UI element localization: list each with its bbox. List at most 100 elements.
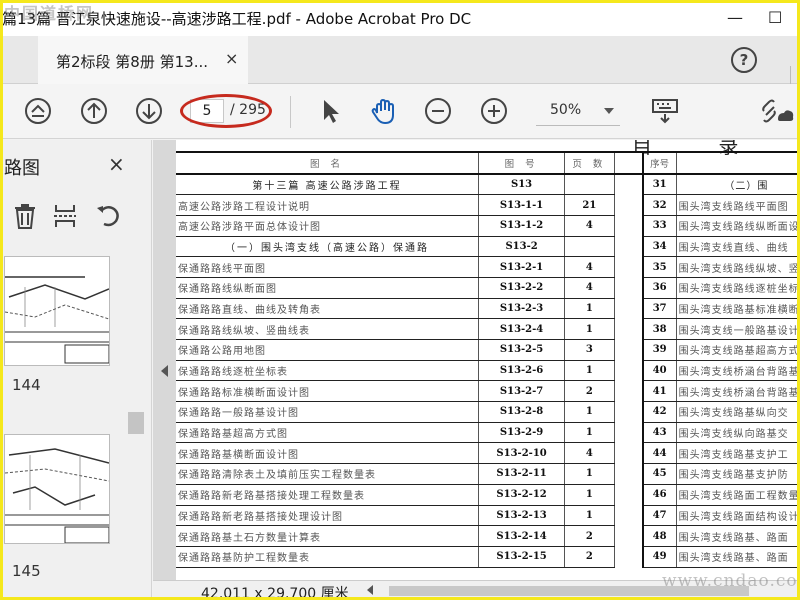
link-share-icon[interactable] bbox=[760, 97, 794, 125]
row-right-name: 围头湾支线路线逐桩坐标 bbox=[676, 277, 800, 299]
first-page-icon[interactable] bbox=[24, 97, 52, 125]
close-panel-icon[interactable]: × bbox=[108, 152, 125, 176]
row-name: 高速公路涉路工程设计说明 bbox=[176, 194, 479, 216]
row-code: S13-2-13 bbox=[478, 505, 566, 527]
row-code: S13-2-12 bbox=[478, 484, 566, 506]
row-name: 保通路路直线、曲线及转角表 bbox=[176, 298, 479, 320]
thumbnail-label: 145 bbox=[12, 562, 41, 580]
row-name: 保通路路基横断面设计图 bbox=[176, 442, 479, 465]
table-header: 图 名 图 号 页 数 序号 bbox=[176, 151, 800, 175]
table-row: 保通路路新老路基搭接处理工程数量表 S13-2-12 1 46 围头湾支线路面工程数量 bbox=[176, 484, 800, 506]
row-pages: 1 bbox=[564, 505, 615, 527]
collapse-panel-icon[interactable] bbox=[161, 365, 168, 377]
row-code: S13-2-3 bbox=[478, 298, 566, 320]
row-right-name: 围头湾支线纵向路基交 bbox=[676, 422, 800, 444]
row-right-name: 围头湾支线桥涵台背路基 bbox=[676, 380, 800, 403]
hand-tool-icon[interactable] bbox=[370, 97, 398, 125]
row-pages: 1 bbox=[564, 463, 615, 485]
title-bar: 篇13篇 晋江泉快速施设--高速涉路工程.pdf - Adobe Acrobat… bbox=[0, 0, 800, 36]
document-view[interactable]: 目 录 图 名 图 号 页 数 序号 第十三篇 高速公路涉路工程 S13 31 （二）… bbox=[153, 140, 800, 580]
pdf-page: 目 录 图 名 图 号 页 数 序号 第十三篇 高速公路涉路工程 S13 31 （二）… bbox=[176, 140, 800, 580]
row-seq: 49 bbox=[641, 546, 677, 568]
row-name: 保通路路线逐桩坐标表 bbox=[176, 360, 479, 382]
row-pages: 2 bbox=[564, 525, 615, 547]
table-row: 第十三篇 高速公路涉路工程 S13 31 （二）围 bbox=[176, 174, 800, 196]
row-pages: 1 bbox=[564, 360, 615, 382]
row-name: 保通路路基防护工程数量表 bbox=[176, 546, 479, 568]
next-page-icon[interactable] bbox=[135, 97, 163, 125]
row-seq: 45 bbox=[641, 463, 677, 485]
minimize-button[interactable]: — bbox=[727, 8, 743, 27]
divider bbox=[290, 96, 291, 128]
scrollbar-thumb[interactable] bbox=[128, 412, 144, 434]
contents-table: 图 名 图 号 页 数 序号 第十三篇 高速公路涉路工程 S13 31 （二）围 高速公… bbox=[176, 151, 800, 568]
tab-label: 第2标段 第8册 第13... bbox=[56, 53, 209, 71]
row-seq: 41 bbox=[641, 380, 677, 403]
table-row: 保通路路线逐桩坐标表 S13-2-6 1 40 围头湾支线桥涵台背路基 bbox=[176, 360, 800, 382]
watermark-logo: 中国道桥网 bbox=[4, 4, 95, 23]
help-icon[interactable]: ? bbox=[731, 47, 757, 73]
page-thumbnail[interactable] bbox=[4, 256, 110, 366]
scroll-left-icon[interactable] bbox=[367, 585, 373, 595]
row-name: 保通路路基超高方式图 bbox=[176, 422, 479, 444]
row-code: S13-2-6 bbox=[478, 360, 566, 382]
panel-title: 路图 bbox=[4, 158, 40, 179]
page-thumbnail[interactable] bbox=[4, 434, 110, 544]
row-pages: 1 bbox=[564, 298, 615, 320]
row-code: S13-2-8 bbox=[478, 401, 566, 423]
row-right-name: 围头湾支线路面工程数量 bbox=[676, 484, 800, 506]
row-code: S13-2-15 bbox=[478, 546, 566, 568]
maximize-button[interactable]: ☐ bbox=[768, 8, 782, 27]
row-right-name: 围头湾支线直线、曲线 bbox=[676, 236, 800, 258]
zoom-in-icon[interactable] bbox=[480, 97, 508, 125]
row-name: 保通路公路用地图 bbox=[176, 339, 479, 361]
previous-page-icon[interactable] bbox=[80, 97, 108, 125]
row-seq: 38 bbox=[641, 318, 677, 340]
row-code: S13-1-2 bbox=[478, 215, 566, 237]
thumbnail-label: 144 bbox=[12, 376, 41, 394]
divider bbox=[790, 66, 791, 86]
row-pages: 4 bbox=[564, 277, 615, 299]
row-pages: 1 bbox=[564, 484, 615, 506]
row-code: S13-2-11 bbox=[478, 463, 566, 485]
tab-bar: 第2标段 第8册 第13... × ? bbox=[0, 36, 800, 86]
row-name: 保通路路一般路基设计图 bbox=[176, 401, 479, 423]
zoom-value: 50% bbox=[550, 102, 582, 118]
row-code: S13-2-1 bbox=[478, 256, 566, 278]
row-right-name: 围头湾支线路基支护工 bbox=[676, 442, 800, 465]
close-tab-icon[interactable]: × bbox=[225, 49, 238, 68]
row-seq: 34 bbox=[641, 236, 677, 258]
extract-pages-icon[interactable] bbox=[52, 202, 78, 230]
row-seq: 43 bbox=[641, 422, 677, 444]
row-code: S13-2-4 bbox=[478, 318, 566, 340]
row-name: 保通路路线纵断面图 bbox=[176, 277, 479, 299]
row-name: 保通路路标准横断面设计图 bbox=[176, 380, 479, 403]
row-pages: 2 bbox=[564, 380, 615, 403]
row-right-name: 围头湾支线路基纵向交 bbox=[676, 401, 800, 423]
row-seq: 36 bbox=[641, 277, 677, 299]
row-seq: 31 bbox=[641, 174, 677, 196]
row-seq: 47 bbox=[641, 505, 677, 527]
row-pages: 1 bbox=[564, 401, 615, 423]
keyboard-tools-icon[interactable] bbox=[650, 97, 680, 125]
table-row: 保通路路清除表土及填前压实工程数量表 S13-2-11 1 45 围头湾支线路基支护防 bbox=[176, 463, 800, 485]
row-pages: 4 bbox=[564, 215, 615, 237]
row-seq: 32 bbox=[641, 194, 677, 216]
header-name: 图 名 bbox=[176, 151, 479, 175]
row-pages bbox=[564, 174, 615, 196]
row-seq: 44 bbox=[641, 442, 677, 465]
table-row: 保通路路基防护工程数量表 S13-2-15 2 49 围头湾支线路基、路面 bbox=[176, 546, 800, 568]
zoom-out-icon[interactable] bbox=[424, 97, 452, 125]
table-row: 保通路路直线、曲线及转角表 S13-2-3 1 37 围头湾支线路基标准横断 bbox=[176, 298, 800, 320]
row-name: 第十三篇 高速公路涉路工程 bbox=[176, 174, 479, 196]
row-name: 保通路路线平面图 bbox=[176, 256, 479, 278]
thumbnails-panel: 路图 × 144 145 bbox=[0, 140, 152, 600]
rotate-icon[interactable] bbox=[94, 202, 122, 230]
row-pages: 4 bbox=[564, 442, 615, 465]
table-row: 高速公路涉路工程设计说明 S13-1-1 21 32 围头湾支线路线平面图 bbox=[176, 194, 800, 216]
document-tab[interactable]: 第2标段 第8册 第13... × bbox=[38, 36, 248, 84]
trash-icon[interactable] bbox=[12, 202, 38, 230]
zoom-select[interactable]: 50% bbox=[536, 96, 624, 126]
select-cursor-icon[interactable] bbox=[316, 97, 344, 125]
row-pages: 1 bbox=[564, 318, 615, 340]
